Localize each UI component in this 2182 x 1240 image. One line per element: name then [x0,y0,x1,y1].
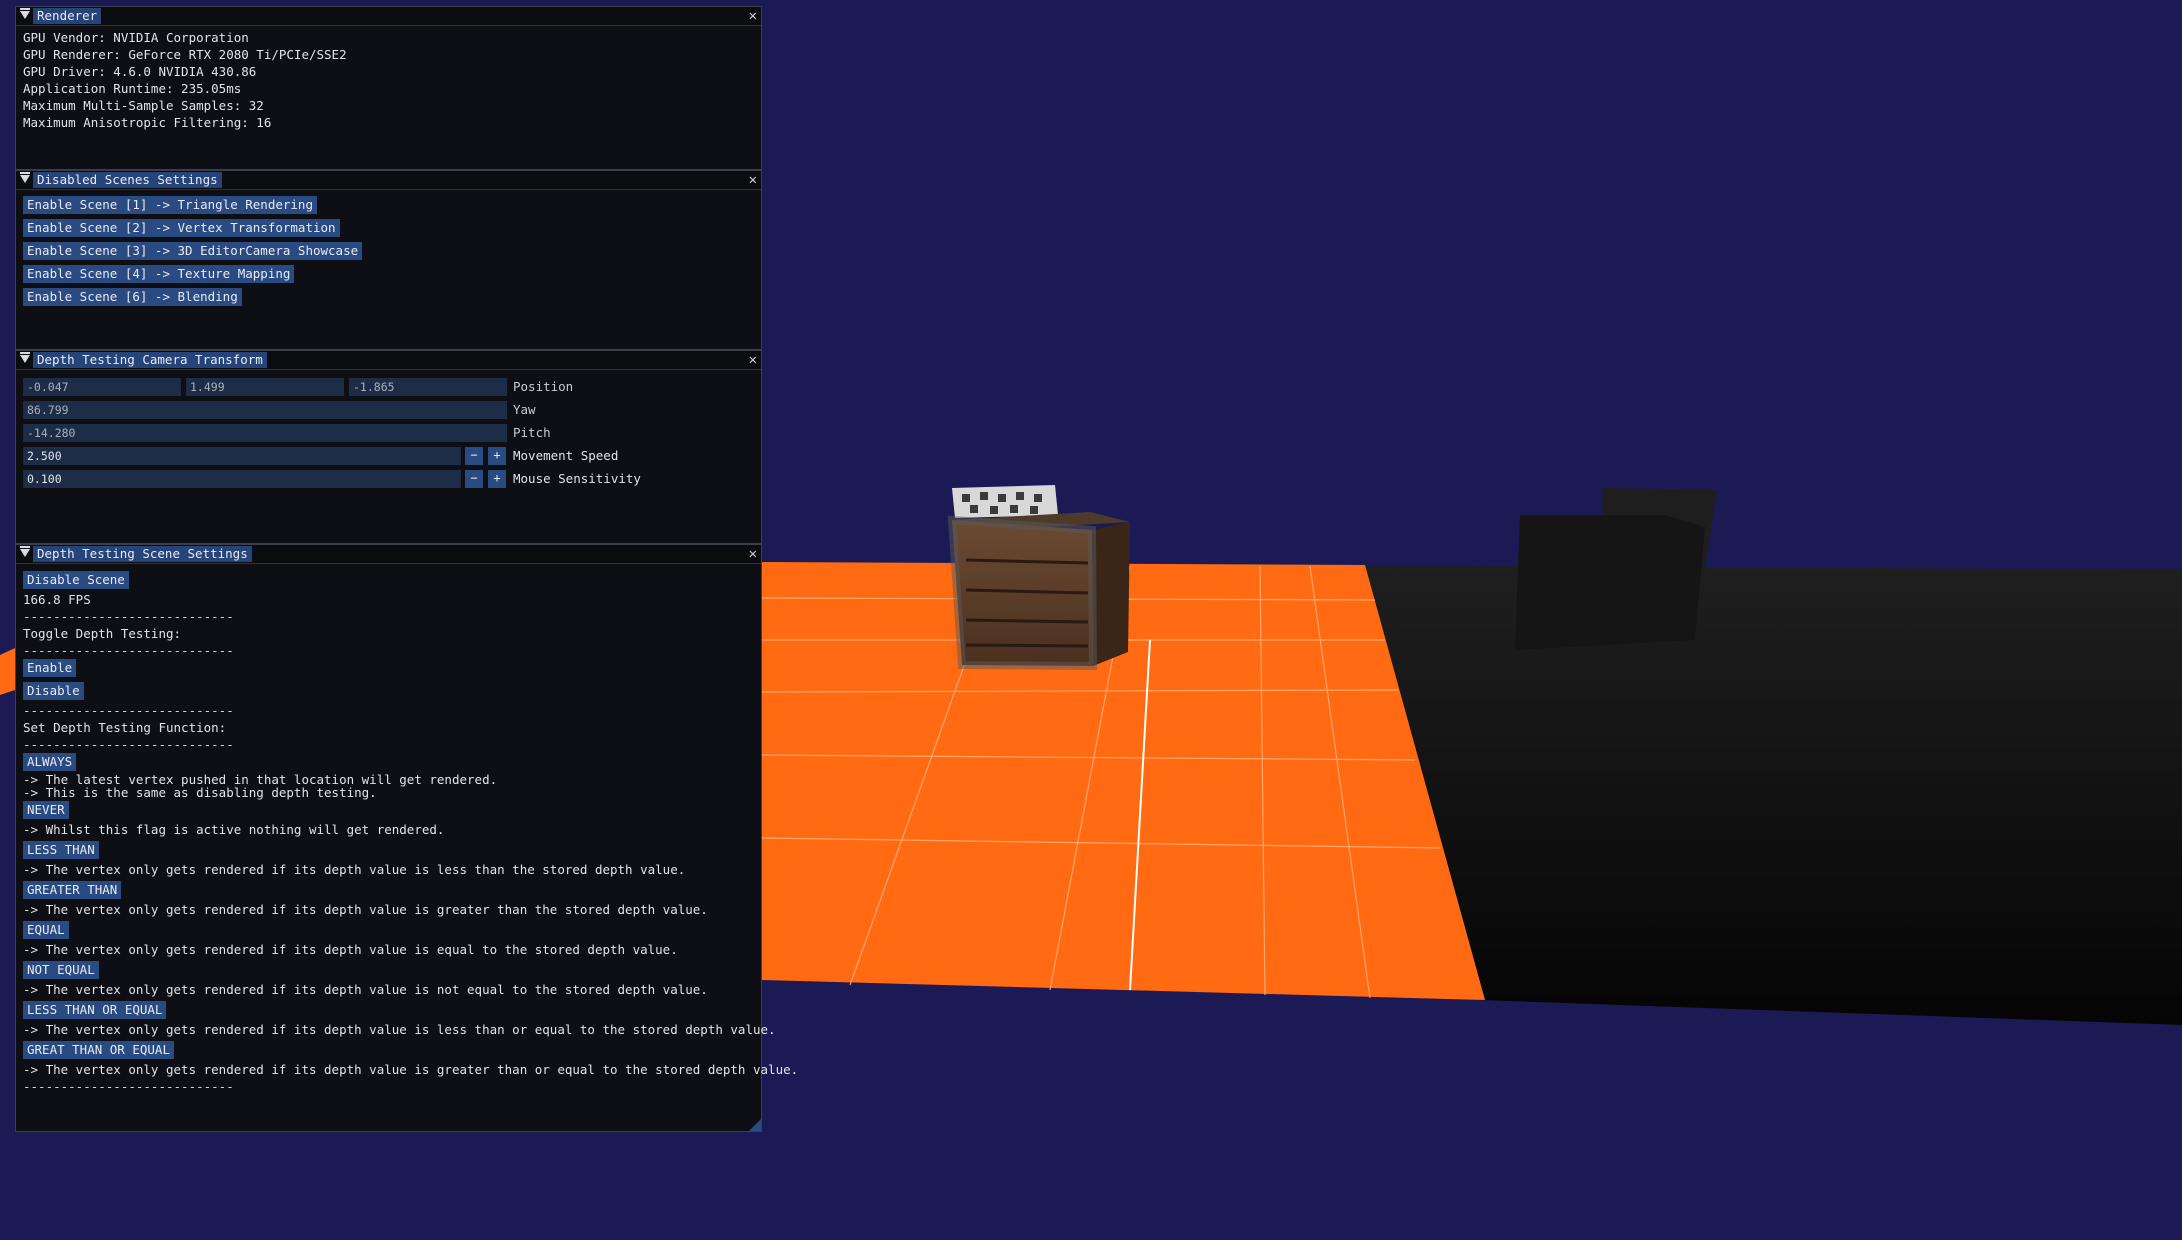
gpu-vendor: GPU Vendor: NVIDIA Corporation [23,30,249,45]
fps-counter: 166.8 FPS [23,592,91,607]
depth-settings-titlebar[interactable]: Depth Testing Scene Settings ✕ [16,545,761,564]
disabled-scenes-title: Disabled Scenes Settings [33,172,222,188]
dark-floor-block [1365,565,2182,1025]
separator: ---------------------------- [23,737,234,752]
close-icon[interactable]: ✕ [749,545,757,563]
greater-than-note: -> The vertex only gets rendered if its … [23,902,708,917]
pitch-label: Pitch [513,425,551,440]
greater-than-button[interactable]: GREATER THAN [23,881,122,899]
position-label: Position [513,379,574,394]
resize-grip-icon[interactable] [749,1119,761,1131]
camera-transform-window: Depth Testing Camera Transform ✕ -0.047 … [15,350,762,544]
mouse-sensitivity-decrement-button[interactable]: − [465,470,483,488]
greater-equal-button[interactable]: GREAT THAN OR EQUAL [23,1041,174,1059]
gpu-renderer: GPU Renderer: GeForce RTX 2080 Ti/PCIe/S… [23,47,347,62]
enable-scene-2-button[interactable]: Enable Scene [2] -> Vertex Transformatio… [23,219,340,237]
less-equal-button[interactable]: LESS THAN OR EQUAL [23,1001,167,1019]
collapse-arrow-icon[interactable] [20,172,30,183]
camera-transform-title: Depth Testing Camera Transform [33,352,267,368]
yaw-field[interactable]: 86.799 [23,401,507,419]
less-than-note: -> The vertex only gets rendered if its … [23,862,686,877]
camera-transform-titlebar[interactable]: Depth Testing Camera Transform ✕ [16,351,761,370]
disabled-scenes-window: Disabled Scenes Settings ✕ Enable Scene … [15,170,762,350]
yaw-label: Yaw [513,402,536,417]
separator: ---------------------------- [23,703,234,718]
dark-cube-front [1515,515,1705,650]
not-equal-note: -> The vertex only gets rendered if its … [23,982,708,997]
mouse-sensitivity-field[interactable]: 0.100 [23,470,461,488]
close-icon[interactable]: ✕ [749,7,757,25]
renderer-titlebar[interactable]: Renderer ✕ [16,7,761,26]
position-z-field[interactable]: -1.865 [349,378,507,396]
collapse-arrow-icon[interactable] [20,546,30,557]
always-note-2: -> This is the same as disabling depth t… [23,785,377,800]
less-equal-note: -> The vertex only gets rendered if its … [23,1022,776,1037]
depth-settings-window: Depth Testing Scene Settings ✕ Disable S… [15,544,799,1132]
position-y-field[interactable]: 1.499 [186,378,344,396]
not-equal-button[interactable]: NOT EQUAL [23,961,99,979]
movement-speed-label: Movement Speed [513,448,619,463]
movement-speed-field[interactable]: 2.500 [23,447,461,465]
renderer-window: Renderer ✕ GPU Vendor: NVIDIA Corporatio… [15,6,762,170]
enable-depth-button[interactable]: Enable [23,659,77,677]
mouse-sensitivity-label: Mouse Sensitivity [513,471,641,486]
greater-equal-note: -> The vertex only gets rendered if its … [23,1062,799,1077]
movement-speed-decrement-button[interactable]: − [465,447,483,465]
disable-depth-button[interactable]: Disable [23,682,84,700]
equal-button[interactable]: EQUAL [23,921,69,939]
disabled-scenes-titlebar[interactable]: Disabled Scenes Settings ✕ [16,171,761,190]
mouse-sensitivity-increment-button[interactable]: + [488,470,506,488]
disable-scene-button[interactable]: Disable Scene [23,571,129,589]
collapse-arrow-icon[interactable] [20,352,30,363]
equal-note: -> The vertex only gets rendered if its … [23,942,678,957]
depth-settings-title: Depth Testing Scene Settings [33,546,252,562]
pitch-field[interactable]: -14.280 [23,424,507,442]
never-note: -> Whilst this flag is active nothing wi… [23,822,445,837]
separator: ---------------------------- [23,609,234,624]
renderer-title: Renderer [33,8,102,24]
crate-side [1092,522,1130,666]
movement-speed-increment-button[interactable]: + [488,447,506,465]
gpu-driver: GPU Driver: 4.6.0 NVIDIA 430.86 [23,64,257,79]
less-than-button[interactable]: LESS THAN [23,841,99,859]
depth-function-label: Set Depth Testing Function: [23,720,227,735]
enable-scene-1-button[interactable]: Enable Scene [1] -> Triangle Rendering [23,196,317,214]
close-icon[interactable]: ✕ [749,351,757,369]
orange-floor-left-sliver [0,648,15,695]
collapse-arrow-icon[interactable] [20,8,30,19]
never-button[interactable]: NEVER [23,801,69,819]
max-aniso: Maximum Anisotropic Filtering: 16 [23,115,272,130]
enable-scene-3-button[interactable]: Enable Scene [3] -> 3D EditorCamera Show… [23,242,363,260]
enable-scene-4-button[interactable]: Enable Scene [4] -> Texture Mapping [23,265,295,283]
separator: ---------------------------- [23,643,234,658]
close-icon[interactable]: ✕ [749,171,757,189]
separator: ---------------------------- [23,1079,234,1094]
toggle-depth-label: Toggle Depth Testing: [23,626,182,641]
max-msaa: Maximum Multi-Sample Samples: 32 [23,98,264,113]
app-runtime: Application Runtime: 235.05ms [23,81,242,96]
always-button[interactable]: ALWAYS [23,753,77,771]
position-x-field[interactable]: -0.047 [23,378,181,396]
enable-scene-6-button[interactable]: Enable Scene [6] -> Blending [23,288,242,306]
